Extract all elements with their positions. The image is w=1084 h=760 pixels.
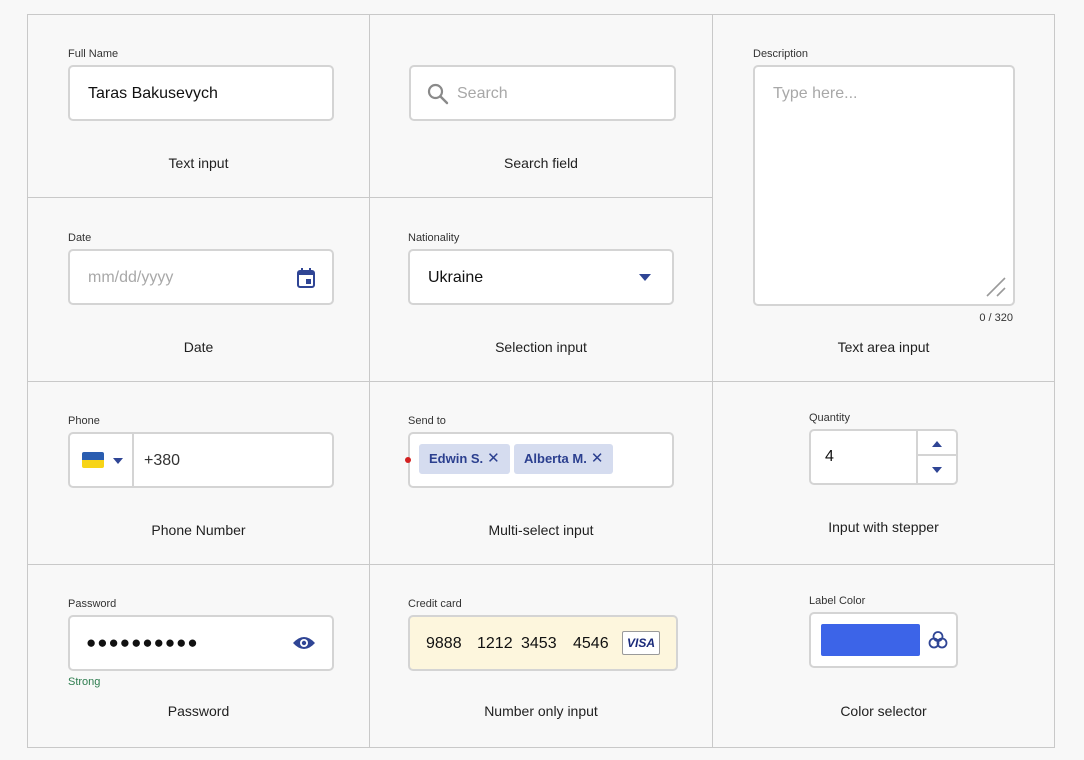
stepper-controls xyxy=(916,431,956,483)
remove-chip-icon[interactable]: ✕ xyxy=(487,444,500,474)
label-color-label: Label Color xyxy=(809,595,866,607)
quantity-label: Quantity xyxy=(809,412,850,424)
send-to-input[interactable]: Edwin S. ✕ Alberta M. ✕ xyxy=(405,432,674,488)
resize-handle-icon[interactable] xyxy=(985,276,1007,298)
phone-label: Phone xyxy=(68,415,100,427)
date-cell: Date mm/dd/yyyy Date xyxy=(28,198,369,381)
text-area-cell: Description Type here... 0 / 320 Text ar… xyxy=(713,15,1054,381)
date-placeholder: mm/dd/yyyy xyxy=(88,269,174,286)
nationality-value: Ukraine xyxy=(428,269,484,286)
card-number-group: 4546 xyxy=(573,635,609,652)
password-value: ●●●●●●●●●● xyxy=(86,633,199,652)
credit-card-caption: Number only input xyxy=(484,703,598,719)
cursor-indicator xyxy=(405,457,411,463)
nationality-label: Nationality xyxy=(408,232,460,244)
remove-chip-icon[interactable]: ✕ xyxy=(591,444,604,474)
text-area-caption: Text area input xyxy=(837,339,930,355)
password-caption: Password xyxy=(167,703,230,719)
phone-cell: Phone +380 Phone Number xyxy=(28,382,369,564)
selection-cell: Nationality Ukraine Selection input xyxy=(370,198,712,381)
recipient-chip[interactable]: Alberta M. ✕ xyxy=(514,444,614,474)
send-to-label: Send to xyxy=(408,415,446,427)
password-input[interactable]: ●●●●●●●●●● xyxy=(68,615,334,671)
selection-caption: Selection input xyxy=(495,339,587,355)
description-label: Description xyxy=(753,48,809,60)
card-number-group: 9888 xyxy=(426,635,462,652)
color-selector-cell: Label Color Color selector xyxy=(713,565,1054,747)
multi-select-cell: Send to Edwin S. ✕ Alberta M. ✕ Multi-sele… xyxy=(370,382,712,564)
password-cell: Password ●●●●●●●●●● Strong Password xyxy=(28,565,369,747)
card-number-group: 3453 xyxy=(521,635,557,652)
color-swatch[interactable] xyxy=(821,624,920,656)
phone-caption: Phone Number xyxy=(151,522,246,538)
quantity-value: 4 xyxy=(825,448,834,465)
recipient-chip[interactable]: Edwin S. ✕ xyxy=(419,444,510,474)
date-caption: Date xyxy=(183,339,214,355)
chip-label: Edwin S. xyxy=(429,451,484,466)
stepper-cell: Quantity 4 Input with stepper xyxy=(713,382,1054,564)
password-strength: Strong xyxy=(68,676,101,688)
components-grid: Full Name Taras Bakusevych Text input Se… xyxy=(27,14,1055,748)
password-label: Password xyxy=(68,598,117,610)
description-placeholder: Type here... xyxy=(773,85,858,102)
caret-down-icon xyxy=(112,457,124,465)
full-name-value: Taras Bakusevych xyxy=(88,85,218,102)
country-code-dropdown[interactable] xyxy=(70,434,134,486)
stepper-caption: Input with stepper xyxy=(828,519,939,535)
search-icon xyxy=(427,83,449,105)
color-selector-input[interactable] xyxy=(809,612,958,668)
ukraine-flag-icon xyxy=(82,452,104,468)
caret-up-icon xyxy=(931,440,943,448)
color-selector-caption: Color selector xyxy=(840,703,927,719)
caret-down-icon xyxy=(931,466,943,474)
full-name-label: Full Name xyxy=(68,48,119,60)
search-field-caption: Search field xyxy=(504,155,578,171)
text-input-cell: Full Name Taras Bakusevych Text input xyxy=(28,15,369,197)
nationality-select[interactable]: Ukraine xyxy=(408,249,674,305)
phone-input[interactable]: +380 xyxy=(68,432,334,488)
search-field-cell: Search Search field xyxy=(370,15,712,197)
color-palette-icon[interactable] xyxy=(928,630,948,650)
decrement-button[interactable] xyxy=(918,458,956,483)
credit-card-label: Credit card xyxy=(408,598,462,610)
caret-down-icon xyxy=(638,273,652,282)
chip-label: Alberta M. xyxy=(524,451,587,466)
date-label: Date xyxy=(68,232,92,244)
credit-card-input[interactable]: 9888 1212 3453 4546 VISA xyxy=(408,615,678,671)
credit-card-cell: Credit card 9888 1212 3453 4546 VISA Num… xyxy=(370,565,712,747)
date-input[interactable]: mm/dd/yyyy xyxy=(68,249,334,305)
multi-select-caption: Multi-select input xyxy=(488,522,594,538)
calendar-icon[interactable] xyxy=(296,267,316,289)
description-textarea[interactable]: Type here... xyxy=(753,65,1015,306)
character-counter: 0 / 320 xyxy=(979,312,1013,324)
phone-country-code: +380 xyxy=(144,452,181,469)
full-name-input[interactable]: Taras Bakusevych xyxy=(68,65,334,121)
card-number-group: 1212 xyxy=(477,635,513,652)
text-input-caption: Text input xyxy=(168,155,229,171)
eye-icon[interactable] xyxy=(292,635,316,651)
quantity-stepper[interactable]: 4 xyxy=(809,429,958,485)
increment-button[interactable] xyxy=(918,431,956,456)
search-placeholder: Search xyxy=(457,85,508,102)
visa-logo: VISA xyxy=(622,631,660,655)
search-input[interactable]: Search xyxy=(409,65,676,121)
